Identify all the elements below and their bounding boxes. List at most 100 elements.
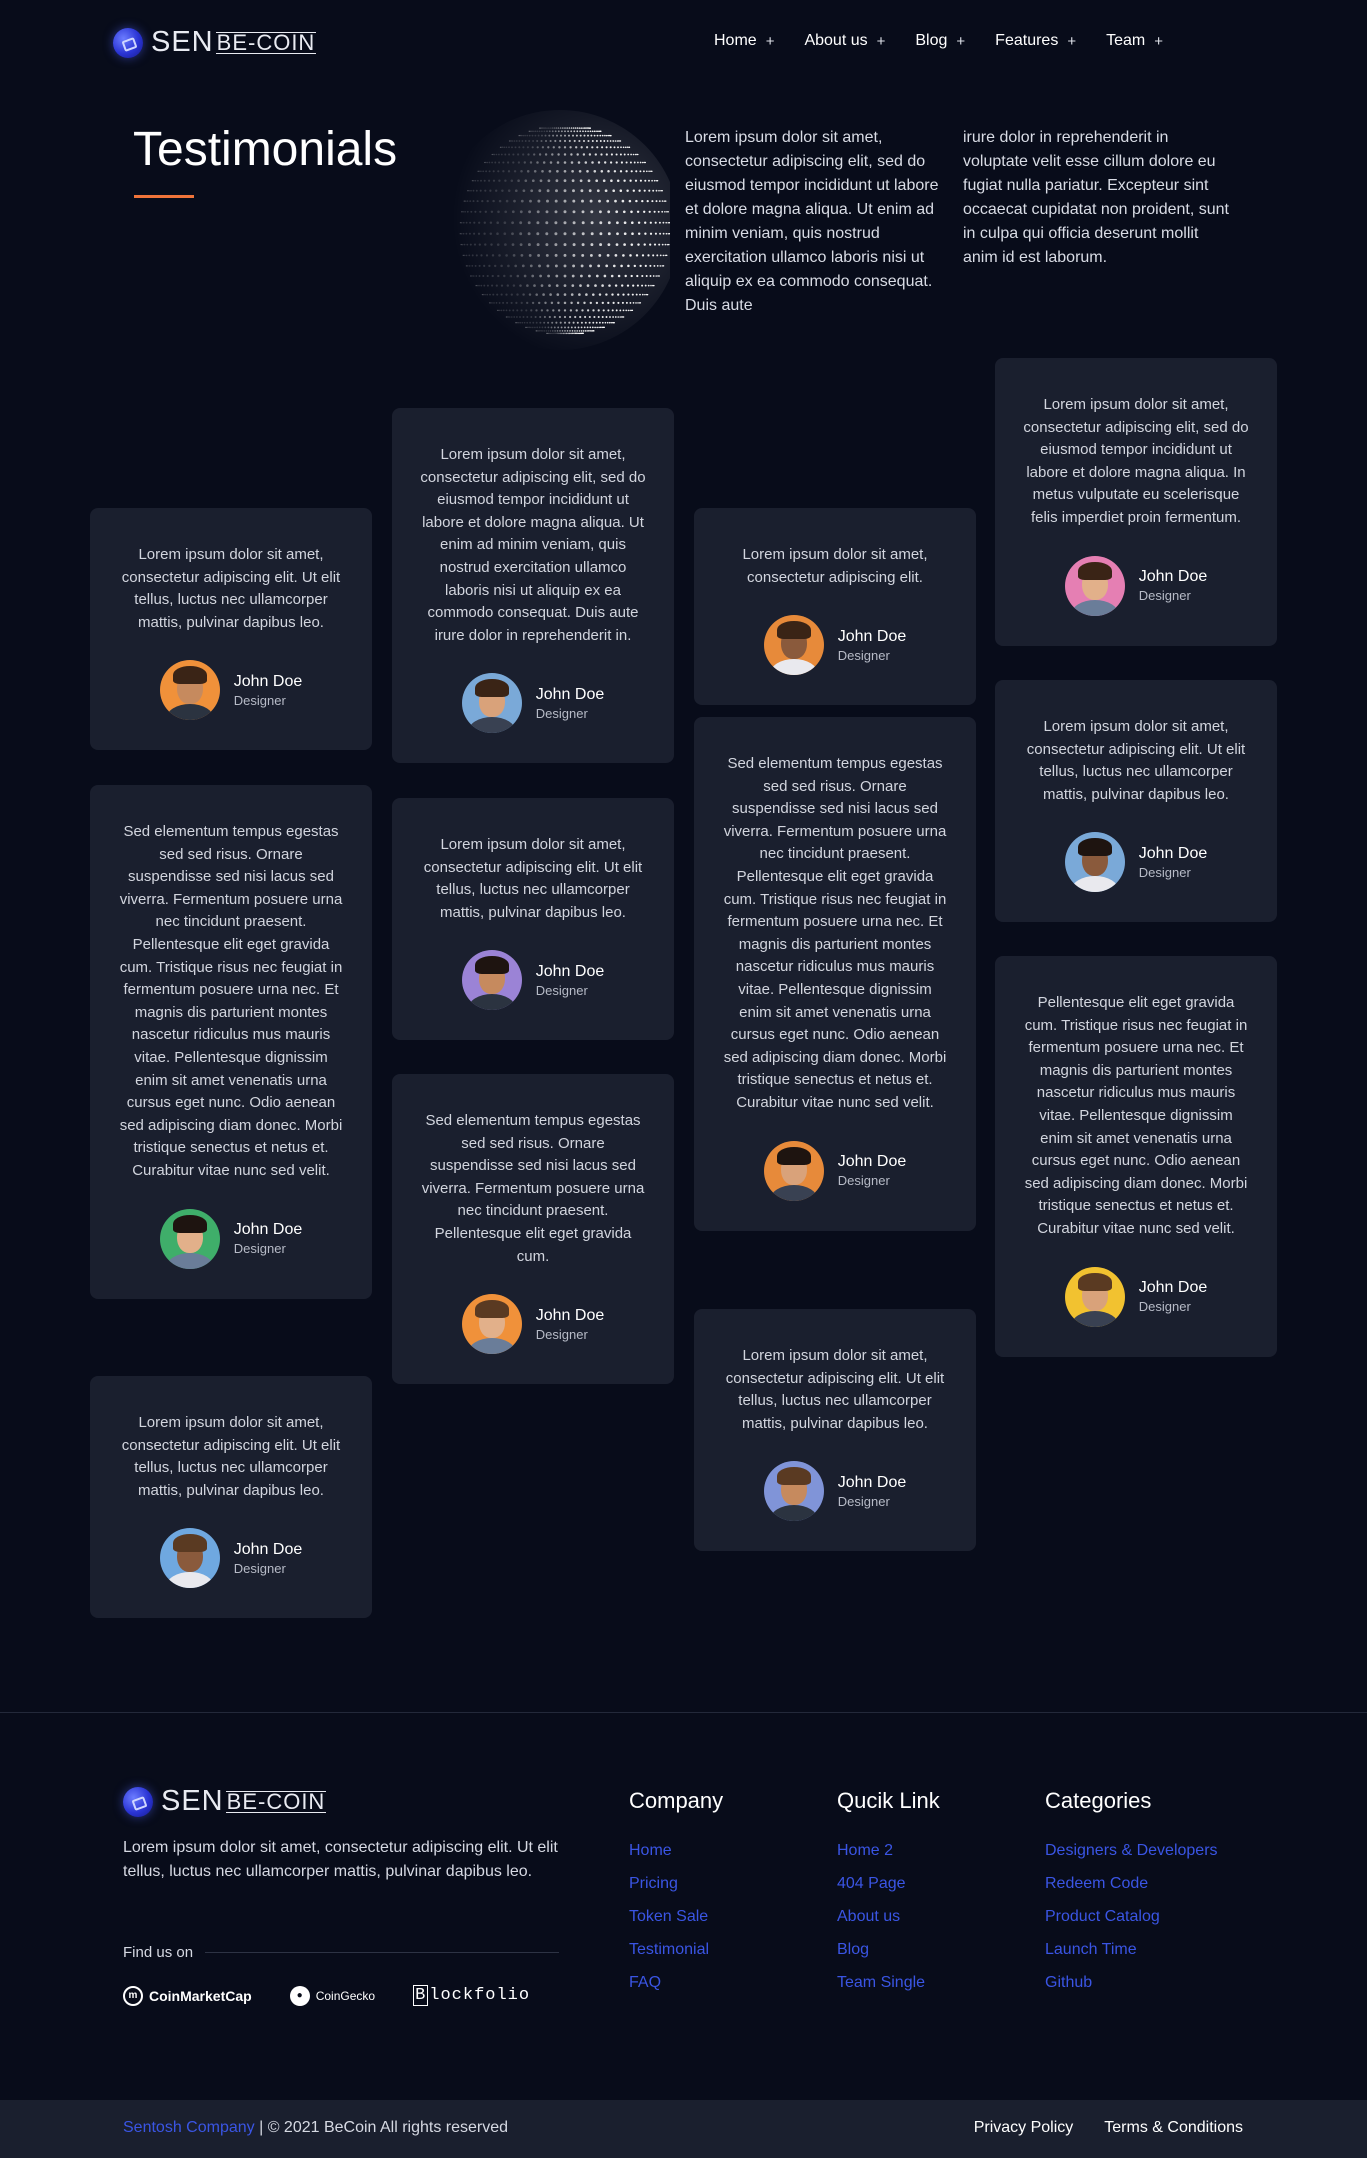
testimonial-text: Lorem ipsum dolor sit amet, consectetur … [1023,396,1249,526]
footer-link-launch[interactable]: Launch Time [1045,1933,1285,1966]
testimonial-author: John Doe Designer [1023,1266,1249,1327]
copyright-text: | © 2021 BeCoin All rights reserved [254,2119,509,2136]
brand-logo[interactable]: SEN BE-COIN [113,26,317,59]
testimonial-text: Sed elementum tempus egestas sed sed ris… [723,755,947,1111]
avatar-hair [776,621,811,640]
footer-link-blog[interactable]: Blog [837,1933,1037,1966]
testimonial-author: John Doe Designer [420,950,646,1011]
author-name: John Doe [837,627,907,645]
find-us-label: Find us on [123,1944,194,1961]
author-name: John Doe [837,1473,907,1491]
testimonial-author: John Doe Designer [1023,832,1249,893]
coingecko-link[interactable]: ● CoinGecko [289,1985,376,2006]
testimonial-card: Lorem ipsum dolor sit amet, consectetur … [694,508,976,706]
author-info: John Doe Designer [838,627,907,664]
testimonial-card: Sed elementum tempus egestas sed sed ris… [90,785,372,1299]
testimonial-text: Lorem ipsum dolor sit amet, consectetur … [121,546,341,631]
author-role: Designer [1138,864,1191,880]
testimonial-author: John Doe Designer [722,1140,948,1201]
avatar-hair [172,1534,207,1553]
footer-link-about[interactable]: About us [837,1900,1037,1933]
author-name: John Doe [535,685,605,703]
testimonial-author: John Doe Designer [420,673,646,734]
author-info: John Doe Designer [536,962,605,999]
terms-link[interactable]: Terms & Conditions [1104,2119,1243,2137]
coingecko-label: CoinGecko [315,1988,376,2003]
bottom-bar: Sentosh Company | © 2021 BeCoin All righ… [0,2100,1367,2158]
avatar [461,673,522,734]
author-role: Designer [837,647,890,663]
testimonial-author: John Doe Designer [118,1528,344,1589]
avatar-body [769,1505,818,1522]
blockfolio-b: B [413,1985,429,2006]
privacy-policy-link[interactable]: Privacy Policy [974,2119,1074,2137]
footer-link-faq[interactable]: FAQ [629,1966,829,1999]
avatar-body [467,1338,516,1355]
author-info: John Doe Designer [234,672,303,709]
partner-logos: m CoinMarketCap ● CoinGecko B lockfolio [123,1985,568,2006]
plus-icon: + [876,32,886,50]
footer-link-token-sale[interactable]: Token Sale [629,1900,829,1933]
testimonial-author: John Doe Designer [1023,555,1249,616]
footer-description: Lorem ipsum dolor sit amet, consectetur … [123,1839,558,1880]
plus-icon: + [1067,32,1077,50]
footer-brand-logo[interactable]: SEN BE-COIN [123,1785,327,1818]
brand-sen: SEN [161,1785,224,1817]
testimonial-text: Lorem ipsum dolor sit amet, consectetur … [742,546,928,586]
plus-icon: + [956,32,966,50]
author-role: Designer [233,1241,286,1256]
footer-link-team-single[interactable]: Team Single [837,1966,1037,1999]
testimonial-author: John Doe Designer [722,615,948,676]
testimonial-card: Sed elementum tempus egestas sed sed ris… [392,1074,674,1385]
hero-text-col1: Lorem ipsum dolor sit amet, consectetur … [685,129,939,314]
coinmarketcap-link[interactable]: m CoinMarketCap [123,1985,252,2006]
avatar [159,660,220,721]
page-title: Testimonials [133,123,398,176]
avatar [763,615,824,676]
testimonial-card: Lorem ipsum dolor sit amet, consectetur … [90,1376,372,1619]
avatar-hair [474,679,509,698]
footer-link-github[interactable]: Github [1045,1966,1285,1999]
footer-link-home[interactable]: Home [629,1834,829,1867]
blockfolio-link[interactable]: B lockfolio [413,1985,530,2006]
author-name: John Doe [535,1306,605,1324]
testimonial-text: Sed elementum tempus egestas sed sed ris… [421,1112,645,1265]
footer-link-designers[interactable]: Designers & Developers [1045,1834,1285,1867]
nav-about[interactable]: About us + [804,32,885,50]
author-info: John Doe Designer [234,1220,303,1257]
nav-features[interactable]: Features + [995,32,1076,50]
company-link[interactable]: Sentosh Company [123,2119,255,2136]
hero-text-col2: irure dolor in reprehenderit in voluptat… [963,129,1229,266]
nav-home-label: Home [714,32,757,49]
footer-link-404[interactable]: 404 Page [837,1867,1037,1900]
testimonial-card: Lorem ipsum dolor sit amet, consectetur … [995,358,1277,646]
footer-link-pricing[interactable]: Pricing [629,1867,829,1900]
author-name: John Doe [233,672,303,690]
author-role: Designer [1138,588,1191,604]
testimonial-card: Pellentesque elit eget gravida cum. Tris… [995,956,1277,1357]
nav-home[interactable]: Home + [714,32,774,50]
title-underline [134,195,194,198]
nav-blog[interactable]: Blog + [915,32,965,50]
footer-link-catalog[interactable]: Product Catalog [1045,1900,1285,1933]
plus-icon: + [765,32,775,50]
nav-team-label: Team [1106,32,1146,49]
author-info: John Doe Designer [234,1540,303,1577]
author-name: John Doe [1138,844,1208,862]
brand-sen: SEN [151,26,214,58]
testimonial-card: Sed elementum tempus egestas sed sed ris… [694,717,976,1231]
avatar-body [165,1252,214,1269]
footer-link-testimonial[interactable]: Testimonial [629,1933,829,1966]
testimonial-card: Lorem ipsum dolor sit amet, consectetur … [392,408,674,764]
nav-team[interactable]: Team + [1106,32,1163,50]
footer-link-redeem[interactable]: Redeem Code [1045,1867,1285,1900]
testimonial-card: Lorem ipsum dolor sit amet, consectetur … [90,508,372,751]
footer-link-home-2[interactable]: Home 2 [837,1834,1037,1867]
main-nav: Home + About us + Blog + Features + Team + [714,32,1193,50]
footer-divider [0,1712,1367,1713]
author-name: John Doe [1138,1279,1208,1297]
avatar-body [165,1572,214,1589]
author-role: Designer [535,982,588,998]
nav-features-label: Features [995,32,1059,49]
avatar [763,1461,824,1522]
